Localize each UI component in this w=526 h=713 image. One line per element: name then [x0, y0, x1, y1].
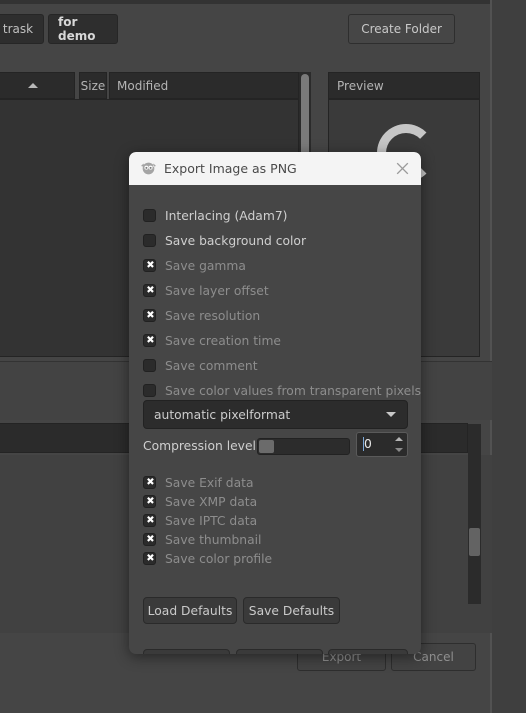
help-button[interactable]: Help [143, 649, 230, 654]
column-header-label: Size [80, 78, 106, 93]
checkbox-save-background-color[interactable] [143, 234, 156, 247]
compression-level-label: Compression level: [143, 439, 261, 453]
checkbox-save-comment[interactable] [143, 359, 156, 372]
checkbox-label: Save color values from transparent pixel… [165, 383, 421, 398]
checkbox-row-save-iptc-data[interactable]: Save IPTC data [143, 511, 257, 530]
file-list-scrollbar-thumb[interactable] [301, 74, 309, 160]
window-top-strip [0, 0, 492, 4]
checkbox-save-resolution[interactable] [143, 309, 157, 322]
checkbox-row-save-creation-time[interactable]: Save creation time [143, 331, 281, 350]
column-header-label: Modified [117, 78, 169, 93]
checkbox-save-exif-data[interactable] [143, 476, 157, 489]
checkbox-row-save-resolution[interactable]: Save resolution [143, 306, 260, 325]
checkbox-interlacing[interactable] [143, 209, 156, 222]
spinner-buttons[interactable] [391, 434, 406, 455]
create-folder-label: Create Folder [361, 22, 442, 36]
checkbox-save-transparent-color-values[interactable] [143, 384, 156, 397]
checkbox-row-save-layer-offset[interactable]: Save layer offset [143, 281, 269, 300]
compression-slider-handle[interactable] [259, 440, 274, 453]
compression-level-value: 0 [363, 437, 372, 451]
checkbox-row-save-transparent-color-values[interactable]: Save color values from transparent pixel… [143, 381, 421, 400]
column-header-name[interactable] [0, 72, 75, 99]
load-defaults-button[interactable]: Load Defaults [143, 597, 237, 624]
dialog-title: Export Image as PNG [164, 161, 297, 176]
pixelformat-dropdown[interactable]: automatic pixelformat [143, 400, 408, 429]
checkbox-row-save-color-profile[interactable]: Save color profile [143, 549, 272, 568]
wilber-gimp-icon [141, 162, 156, 175]
checkbox-label: Save thumbnail [165, 532, 262, 547]
checkbox-label: Save resolution [165, 308, 261, 323]
close-icon[interactable] [394, 160, 411, 177]
breadcrumb-item-label: trask [2, 22, 34, 36]
create-folder-button[interactable]: Create Folder [348, 14, 455, 44]
breadcrumb-item-for-demo[interactable]: for demo [48, 14, 118, 44]
checkbox-label: Save gamma [165, 258, 246, 273]
compression-level-slider[interactable] [257, 438, 350, 455]
checkbox-label: Save creation time [165, 333, 281, 348]
checkbox-save-gamma[interactable] [143, 259, 157, 272]
save-defaults-label: Save Defaults [248, 603, 335, 618]
checkbox-row-save-thumbnail[interactable]: Save thumbnail [143, 530, 261, 549]
options-scrollbar-thumb[interactable] [469, 528, 480, 556]
pixelformat-selected-value: automatic pixelformat [154, 407, 291, 422]
cancel-button[interactable]: Cancel [328, 649, 408, 654]
checkbox-label: Save comment [165, 358, 258, 373]
checkbox-label: Save background color [165, 233, 307, 248]
triangle-up-icon[interactable] [394, 437, 403, 442]
save-defaults-button[interactable]: Save Defaults [243, 597, 340, 624]
export-png-dialog: Export Image as PNG Interlacing (Adam7) … [129, 152, 421, 654]
breadcrumb: trask for demo Create Folder [0, 14, 492, 48]
checkbox-save-layer-offset[interactable] [143, 284, 157, 297]
checkbox-save-thumbnail[interactable] [143, 533, 157, 546]
checkbox-label: Interlacing (Adam7) [165, 208, 288, 223]
checkbox-label: Save Exif data [165, 475, 254, 490]
breadcrumb-item-trask[interactable]: trask [0, 14, 44, 44]
checkbox-save-xmp-data[interactable] [143, 495, 157, 508]
checkbox-row-save-gamma[interactable]: Save gamma [143, 256, 246, 275]
checkbox-label: Save XMP data [165, 494, 258, 509]
checkbox-row-save-background-color[interactable]: Save background color [143, 231, 306, 250]
window-cancel-label: Cancel [413, 650, 454, 664]
checkbox-save-iptc-data[interactable] [143, 514, 157, 527]
preview-header-label: Preview [337, 78, 384, 93]
dialog-titlebar[interactable]: Export Image as PNG [129, 152, 421, 185]
checkbox-label: Save IPTC data [165, 513, 258, 528]
checkbox-save-color-profile[interactable] [143, 552, 157, 565]
breadcrumb-item-label: for demo [58, 15, 96, 43]
chevron-down-icon [386, 412, 396, 417]
checkbox-label: Save layer offset [165, 283, 269, 298]
options-scrollbar[interactable] [468, 424, 481, 604]
sort-ascending-icon [27, 83, 38, 88]
column-header-modified[interactable]: Modified [109, 72, 299, 99]
window-right-gutter [492, 0, 526, 713]
compression-level-spinner[interactable]: 0 [356, 432, 408, 457]
load-defaults-label: Load Defaults [147, 603, 233, 618]
column-header-size[interactable]: Size [79, 72, 107, 99]
checkbox-row-save-comment[interactable]: Save comment [143, 356, 258, 375]
export-button[interactable]: Export [236, 649, 323, 654]
preview-header: Preview [328, 72, 480, 99]
checkbox-save-creation-time[interactable] [143, 334, 157, 347]
checkbox-row-interlacing[interactable]: Interlacing (Adam7) [143, 206, 287, 225]
checkbox-row-save-xmp-data[interactable]: Save XMP data [143, 492, 257, 511]
checkbox-row-save-exif-data[interactable]: Save Exif data [143, 473, 254, 492]
triangle-down-icon[interactable] [394, 447, 403, 452]
checkbox-label: Save color profile [165, 551, 273, 566]
